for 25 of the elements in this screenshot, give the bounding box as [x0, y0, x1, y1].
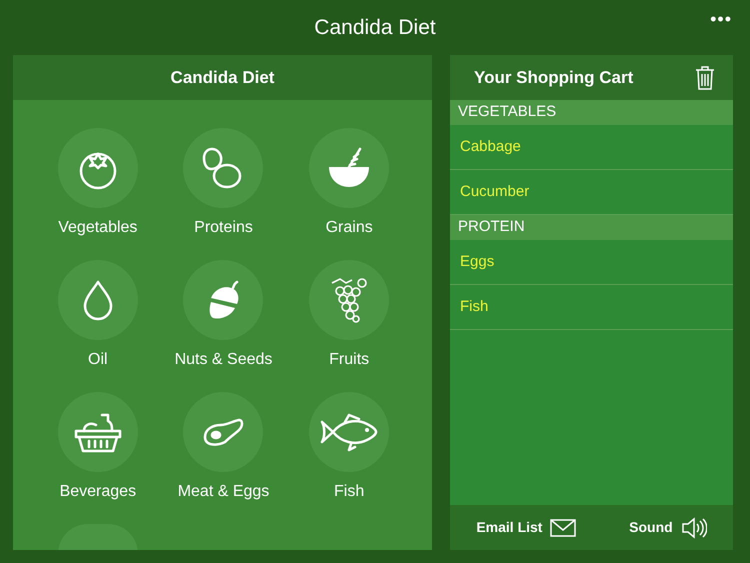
cart-item[interactable]: Eggs: [450, 240, 733, 285]
trash-icon: [695, 66, 715, 90]
category-label: Meat & Eggs: [178, 482, 270, 502]
category-label: Vegetables: [58, 218, 138, 238]
section-header: PROTEIN: [450, 215, 733, 240]
section-header: VEGETABLES: [450, 100, 733, 125]
category-label: Beverages: [60, 482, 136, 502]
footer-button[interactable]: Email List: [476, 517, 576, 538]
category-label: Nuts & Seeds: [174, 350, 272, 370]
delete-button[interactable]: [695, 66, 715, 90]
category-label: Grains: [326, 218, 373, 238]
cart-item[interactable]: Fish: [450, 285, 733, 330]
panel-header: Candida Diet: [13, 55, 432, 100]
app-title: Candida Diet: [314, 14, 436, 41]
envelope-icon: [550, 518, 576, 536]
steak-icon: [201, 417, 246, 447]
category-label: Oil: [88, 350, 108, 370]
more-menu-button[interactable]: •••: [710, 6, 732, 33]
category-label: Proteins: [194, 218, 253, 238]
speaker-icon: [680, 516, 707, 538]
category-label: Fruits: [329, 350, 370, 370]
footer-button[interactable]: Sound: [629, 516, 707, 538]
cart-item[interactable]: Cabbage: [450, 125, 733, 170]
category-label: Fish: [334, 482, 364, 502]
cart-title: Your Shopping Cart: [474, 66, 634, 89]
